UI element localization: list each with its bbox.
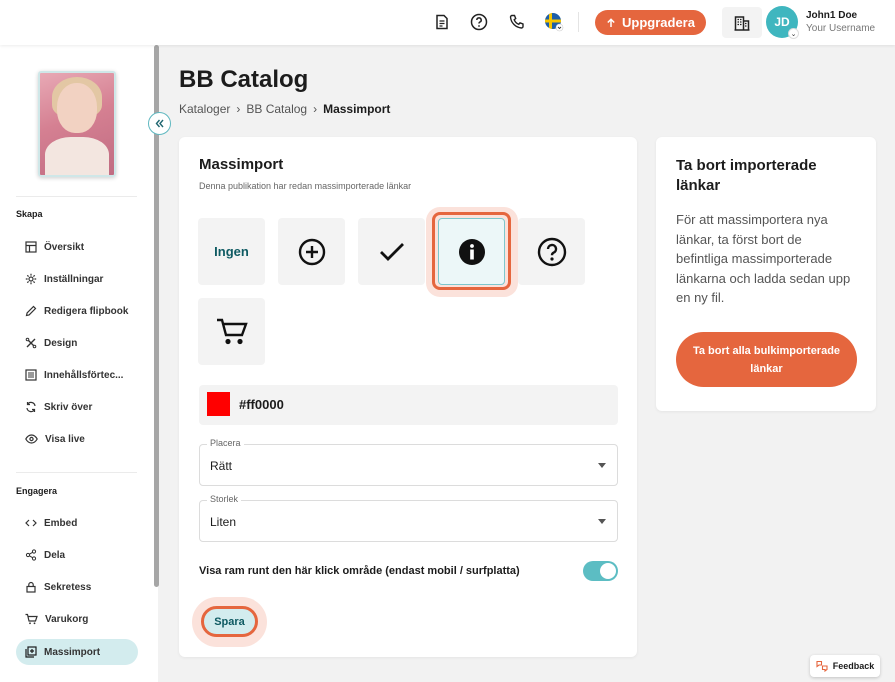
divider xyxy=(16,472,137,473)
user-name: John1 Doe xyxy=(806,10,858,21)
sidebar-item-settings[interactable]: Inställningar xyxy=(16,266,138,292)
checkmark-icon xyxy=(379,242,404,261)
dropdown-arrow-icon xyxy=(598,463,606,468)
sidebar-item-overview[interactable]: Översikt xyxy=(16,234,138,260)
dropdown-arrow-icon xyxy=(598,519,606,524)
chevron-down-icon[interactable]: ⌄ xyxy=(788,28,799,39)
help-icon[interactable] xyxy=(469,12,489,32)
feedback-label: Feedback xyxy=(832,661,875,671)
breadcrumb: Kataloger › BB Catalog › Massimport xyxy=(179,102,390,116)
plus-circle-icon xyxy=(298,238,325,265)
breadcrumb-current: Massimport xyxy=(323,102,391,116)
share-icon xyxy=(25,549,37,561)
sidebar-item-share[interactable]: Dela xyxy=(16,542,138,568)
selection-ring xyxy=(432,212,511,290)
divider xyxy=(578,12,579,32)
page-title: BB Catalog xyxy=(179,66,309,93)
pencil-icon xyxy=(25,305,37,317)
sidebar-item-view-live[interactable]: Visa live xyxy=(16,426,138,452)
card-subtitle: Denna publikation har redan massimporter… xyxy=(199,181,412,191)
sidebar-item-design[interactable]: Design xyxy=(16,330,138,356)
cart-icon xyxy=(25,613,38,625)
sidebar-item-bulk-import[interactable]: Massimport xyxy=(16,639,138,665)
shopping-cart-icon xyxy=(216,318,248,344)
sidebar-item-label: Dela xyxy=(44,549,66,561)
feedback-icon xyxy=(816,660,828,672)
sidebar-item-label: Redigera flipbook xyxy=(44,305,129,317)
double-chevron-left-icon xyxy=(155,119,164,128)
icon-option-plus[interactable] xyxy=(278,218,345,285)
toc-icon xyxy=(25,369,37,381)
sidebar-item-label: Innehållsförtec... xyxy=(44,369,124,381)
settings-icon xyxy=(25,273,37,285)
size-value: Liten xyxy=(210,515,237,529)
size-select[interactable]: Storlek Liten xyxy=(199,494,618,542)
collapse-sidebar-button[interactable] xyxy=(148,112,171,135)
sidebar-item-label: Sekretess xyxy=(44,581,92,593)
none-option-label: Ingen xyxy=(214,244,249,259)
sweden-flag-icon[interactable] xyxy=(544,12,564,32)
lock-icon xyxy=(26,581,36,593)
toggle-knob xyxy=(600,563,616,579)
icon-option-cart[interactable] xyxy=(198,298,265,365)
remove-card-text: För att massimportera nya länkar, ta för… xyxy=(676,212,851,305)
phone-icon[interactable] xyxy=(507,12,527,32)
code-icon xyxy=(25,519,37,527)
sidebar-item-label: Design xyxy=(44,337,78,349)
eye-icon xyxy=(25,434,38,444)
sidebar-item-label: Varukorg xyxy=(45,613,89,625)
feedback-button[interactable]: Feedback xyxy=(810,655,880,677)
icon-option-question[interactable] xyxy=(518,218,585,285)
remove-all-links-button[interactable]: Ta bort alla bulkimporterade länkar xyxy=(676,332,857,387)
avatar-initials: JD xyxy=(774,15,790,29)
building-icon xyxy=(734,15,750,31)
upgrade-label: Uppgradera xyxy=(622,15,695,30)
organization-button[interactable] xyxy=(722,7,762,38)
frame-toggle[interactable] xyxy=(583,561,618,581)
frame-toggle-label: Visa ram runt den här klick område (enda… xyxy=(199,565,520,577)
placement-label: Placera xyxy=(207,438,244,448)
placement-value: Rätt xyxy=(210,459,233,473)
sidebar-item-embed[interactable]: Embed xyxy=(16,510,138,536)
card-title: Massimport xyxy=(199,156,284,173)
overwrite-icon xyxy=(26,401,36,413)
arrow-up-icon xyxy=(607,17,615,27)
sidebar-item-label: Massimport xyxy=(44,646,101,658)
upgrade-button[interactable]: Uppgradera xyxy=(595,10,706,35)
color-swatch[interactable] xyxy=(207,392,230,416)
publication-cover xyxy=(38,71,116,177)
breadcrumb-link-catalogs[interactable]: Kataloger xyxy=(179,102,230,116)
sidebar-item-edit-flipbook[interactable]: Redigera flipbook xyxy=(16,298,138,324)
import-icon xyxy=(25,646,37,658)
sidebar-item-label: Embed xyxy=(44,517,78,529)
overview-icon xyxy=(25,241,37,253)
sidebar-item-cart[interactable]: Varukorg xyxy=(16,606,138,632)
user-username: Your Username xyxy=(806,23,876,34)
question-circle-icon xyxy=(537,237,566,266)
sidebar-item-label: Skriv över xyxy=(44,401,93,413)
color-value[interactable]: #ff0000 xyxy=(239,397,284,412)
size-label: Storlek xyxy=(207,494,242,504)
sidebar-item-privacy[interactable]: Sekretess xyxy=(16,574,138,600)
section-label-create: Skapa xyxy=(16,209,43,219)
chevron-right-icon: › xyxy=(313,102,318,116)
save-button[interactable]: Spara xyxy=(201,606,258,637)
breadcrumb-link-catalog[interactable]: BB Catalog xyxy=(246,102,307,116)
divider xyxy=(16,196,137,197)
document-icon[interactable] xyxy=(432,12,452,32)
sidebar-item-table-of-contents[interactable]: Innehållsförtec... xyxy=(16,362,138,388)
chevron-right-icon: › xyxy=(236,102,241,116)
sidebar-item-overwrite[interactable]: Skriv över xyxy=(16,394,138,420)
icon-option-check[interactable] xyxy=(358,218,425,285)
sidebar-item-label: Visa live xyxy=(45,433,85,445)
icon-option-none[interactable]: Ingen xyxy=(198,218,265,285)
design-icon xyxy=(25,337,37,349)
placement-select[interactable]: Placera Rätt xyxy=(199,438,618,486)
section-label-engage: Engagera xyxy=(16,486,58,496)
sidebar-item-label: Översikt xyxy=(44,241,85,253)
remove-card-title: Ta bort importerade länkar xyxy=(676,157,817,194)
sidebar-item-label: Inställningar xyxy=(44,273,104,285)
top-bar: Uppgradera JD ⌄ John1 Doe Your Username xyxy=(0,0,895,45)
